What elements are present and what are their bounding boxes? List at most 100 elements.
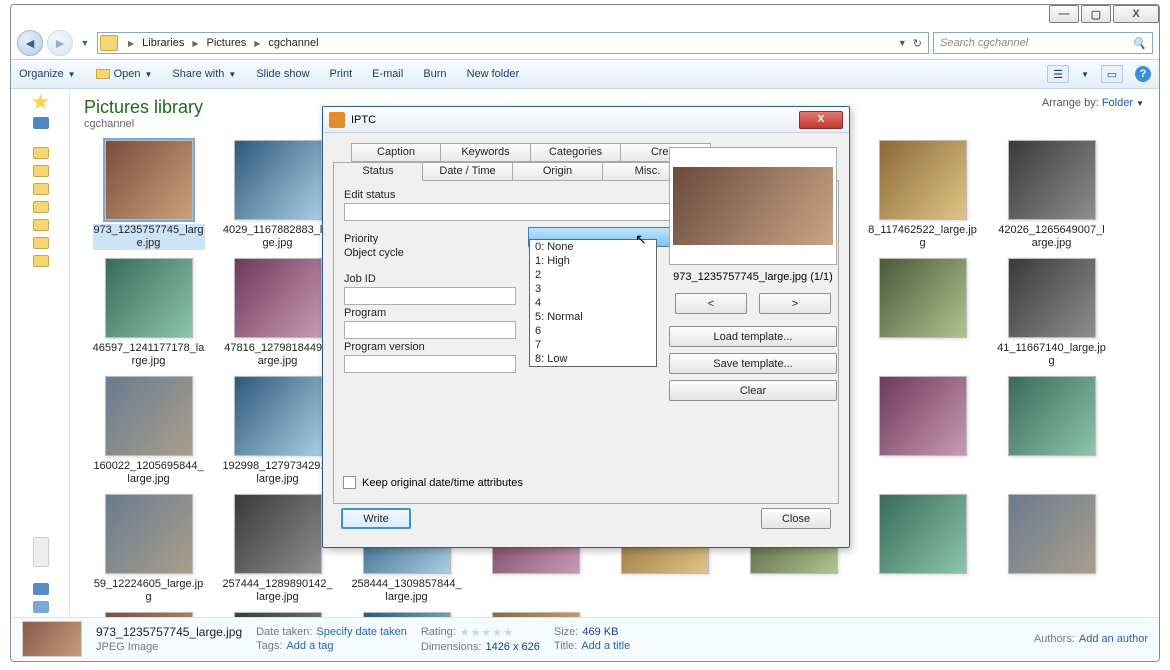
tab-keywords[interactable]: Keywords xyxy=(441,143,531,162)
thumbnail-item[interactable]: 41_11667140_large.jpg xyxy=(987,258,1116,368)
thumbnail-item[interactable]: 973_1235757745_large.jpg xyxy=(84,140,213,250)
priority-dropdown-list[interactable]: 0: None1: High2345: Normal678: Low xyxy=(529,239,657,367)
breadcrumb[interactable]: Libraries xyxy=(138,33,188,53)
thumbnail-item[interactable]: 42026_1265649007_large.jpg xyxy=(987,140,1116,250)
folder-icon[interactable] xyxy=(33,255,49,267)
tab-caption[interactable]: Caption xyxy=(351,143,441,162)
search-placeholder: Search cgchannel xyxy=(940,37,1028,49)
thumbnail-image xyxy=(1008,258,1096,338)
chevron-right-icon[interactable]: ▶ xyxy=(124,39,138,48)
title-field[interactable]: Add a title xyxy=(581,640,630,652)
priority-option[interactable]: 3 xyxy=(530,282,656,296)
tab-datetime[interactable]: Date / Time xyxy=(423,162,513,181)
save-template-button[interactable]: Save template... xyxy=(669,353,837,374)
sidebar-item[interactable] xyxy=(33,583,49,595)
priority-option[interactable]: 6 xyxy=(530,324,656,338)
dialog-close-button[interactable]: X xyxy=(799,111,843,129)
program-version-input[interactable] xyxy=(344,355,516,373)
email-button[interactable]: E-mail xyxy=(372,68,403,80)
thumbnail-item[interactable] xyxy=(858,494,987,604)
thumbnail-item[interactable] xyxy=(858,376,987,486)
dimensions-value: 1426 x 626 xyxy=(485,641,539,653)
folder-icon[interactable] xyxy=(33,165,49,177)
minimize-button[interactable]: — xyxy=(1049,5,1079,23)
program-version-label: Program version xyxy=(344,341,516,353)
priority-option[interactable]: 7 xyxy=(530,338,656,352)
close-button[interactable]: X xyxy=(1113,5,1159,23)
chevron-right-icon[interactable]: ▶ xyxy=(250,39,264,48)
write-button[interactable]: Write xyxy=(341,508,411,529)
clear-button[interactable]: Clear xyxy=(669,380,837,401)
details-filename: 973_1235757745_large.jpg xyxy=(96,625,242,639)
forward-button[interactable]: ► xyxy=(47,30,73,56)
history-dropdown[interactable]: ▼ xyxy=(77,32,93,54)
thumbnail-item[interactable]: 160022_1205695844_large.jpg xyxy=(84,376,213,486)
thumbnail-item[interactable]: 8_117462522_large.jpg xyxy=(858,140,987,250)
breadcrumb[interactable]: Pictures xyxy=(203,33,251,53)
thumbnail-label: 47816_1279818449_large.jpg xyxy=(222,342,334,368)
maximize-button[interactable]: ▢ xyxy=(1081,5,1111,23)
tab-origin[interactable]: Origin xyxy=(513,162,603,181)
thumbnail-item[interactable]: 46597_1241177178_large.jpg xyxy=(84,258,213,368)
arrange-by[interactable]: Arrange by: Folder ▼ xyxy=(1042,97,1144,109)
folder-icon[interactable] xyxy=(33,147,49,159)
folder-icon[interactable] xyxy=(33,201,49,213)
open-icon xyxy=(96,69,110,79)
rating-stars[interactable]: ★★★★★ xyxy=(460,626,514,639)
back-button[interactable]: ◄ xyxy=(17,30,43,56)
folder-icon[interactable] xyxy=(33,183,49,195)
print-button[interactable]: Print xyxy=(330,68,353,80)
burn-button[interactable]: Burn xyxy=(423,68,446,80)
thumbnail-item[interactable]: 59_12224605_large.jpg xyxy=(84,494,213,604)
tags-field[interactable]: Add a tag xyxy=(286,640,333,652)
tab-status[interactable]: Status xyxy=(333,162,423,181)
preview-pane-button[interactable]: ▭ xyxy=(1101,65,1123,83)
priority-option[interactable]: 8: Low xyxy=(530,352,656,366)
chevron-right-icon[interactable]: ▶ xyxy=(188,39,202,48)
preview-image xyxy=(669,147,837,265)
tab-categories[interactable]: Categories xyxy=(531,143,621,162)
folder-icon xyxy=(100,35,118,51)
program-input[interactable] xyxy=(344,321,516,339)
thumbnail-item[interactable] xyxy=(987,376,1116,486)
library-title: Pictures library xyxy=(84,97,203,118)
prev-image-button[interactable]: < xyxy=(675,293,747,314)
priority-option[interactable]: 2 xyxy=(530,268,656,282)
chevron-down-icon[interactable]: ▼ xyxy=(898,38,907,48)
open-menu[interactable]: Open▼ xyxy=(96,68,153,80)
priority-option[interactable]: 5: Normal xyxy=(530,310,656,324)
thumbnail-item[interactable] xyxy=(987,494,1116,604)
share-menu[interactable]: Share with▼ xyxy=(172,68,236,80)
authors-field[interactable]: Add an author xyxy=(1079,633,1148,645)
search-input[interactable]: Search cgchannel 🔍 xyxy=(933,32,1153,54)
favorites-icon[interactable] xyxy=(32,93,50,111)
sidebar-tree xyxy=(33,147,49,267)
refresh-icon[interactable]: ↻ xyxy=(913,37,922,50)
keep-attributes-checkbox[interactable]: Keep original date/time attributes xyxy=(343,476,523,489)
thumbnail-item[interactable] xyxy=(858,258,987,368)
slideshow-button[interactable]: Slide show xyxy=(256,68,309,80)
close-button[interactable]: Close xyxy=(761,508,831,529)
breadcrumb[interactable]: cgchannel xyxy=(264,33,322,53)
thumbnail-label: 973_1235757745_large.jpg xyxy=(93,224,205,250)
help-icon[interactable]: ? xyxy=(1135,66,1151,82)
sidebar-item[interactable] xyxy=(33,601,49,613)
priority-option[interactable]: 4 xyxy=(530,296,656,310)
chevron-down-icon[interactable]: ▼ xyxy=(1081,70,1089,79)
titlebar: — ▢ X xyxy=(11,5,1159,27)
iptc-dialog: IPTC X Caption Keywords Categories Credi… xyxy=(322,106,850,548)
newfolder-button[interactable]: New folder xyxy=(467,68,520,80)
sidebar-item[interactable] xyxy=(33,117,49,129)
view-options-button[interactable]: ☰ xyxy=(1047,65,1069,83)
job-id-input[interactable] xyxy=(344,287,516,305)
priority-option[interactable]: 1: High xyxy=(530,254,656,268)
folder-icon[interactable] xyxy=(33,237,49,249)
organize-menu[interactable]: Organize▼ xyxy=(19,68,76,80)
folder-icon[interactable] xyxy=(33,219,49,231)
sidebar-scroll[interactable] xyxy=(33,537,49,567)
load-template-button[interactable]: Load template... xyxy=(669,326,837,347)
address-bar[interactable]: ▶ Libraries ▶ Pictures ▶ cgchannel ▼ ↻ xyxy=(97,32,929,54)
dialog-titlebar[interactable]: IPTC X xyxy=(323,107,849,133)
date-taken-field[interactable]: Specify date taken xyxy=(316,626,407,638)
next-image-button[interactable]: > xyxy=(759,293,831,314)
